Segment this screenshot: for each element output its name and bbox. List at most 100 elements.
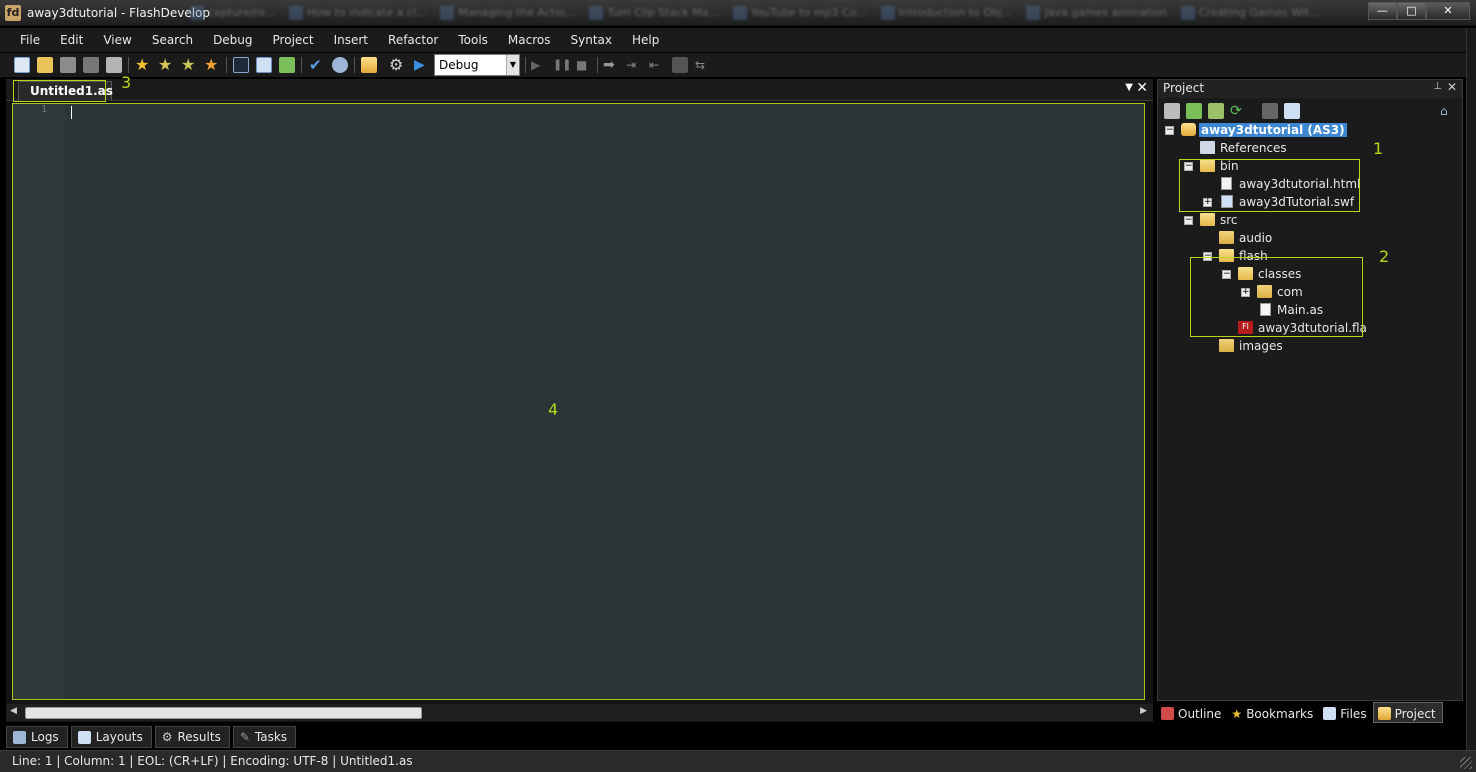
line-number: 1 (41, 104, 48, 115)
tab-bookmarks[interactable]: ★ Bookmarks (1227, 702, 1319, 723)
chevron-down-icon[interactable]: ▼ (506, 55, 519, 75)
menu-refactor[interactable]: Refactor (378, 28, 448, 52)
menu-debug[interactable]: Debug (203, 28, 262, 52)
tab-tasks[interactable]: ✎ Tasks (232, 726, 297, 748)
step-out-icon[interactable]: ⇤ (649, 57, 665, 73)
properties-icon[interactable] (1284, 103, 1300, 119)
code-editor[interactable]: 1 (12, 103, 1145, 700)
tab-outline[interactable]: Outline (1157, 702, 1227, 723)
project-icon[interactable] (361, 57, 377, 73)
settings-debug-icon[interactable] (332, 57, 348, 73)
scrollbar-thumb[interactable] (25, 707, 422, 719)
toolbar-separator (301, 57, 302, 73)
layouts-icon (77, 730, 91, 744)
tab-files[interactable]: Files (1319, 702, 1372, 723)
tab-project[interactable]: Project (1372, 702, 1443, 723)
continue-icon[interactable] (672, 57, 688, 73)
scroll-right-icon[interactable]: ▶ (1140, 706, 1147, 716)
pause-icon[interactable]: ❚❚ (553, 57, 571, 73)
open-file-icon[interactable] (37, 57, 53, 73)
tree-root[interactable]: − away3dtutorial (AS3) (1165, 122, 1347, 140)
stop-icon[interactable]: ■ (576, 57, 592, 73)
finish-icon[interactable]: ⇆ (695, 57, 711, 73)
horizontal-scrollbar[interactable]: ◀ ▶ (6, 704, 1153, 721)
star-icon: ★ (1231, 706, 1243, 721)
tree-src[interactable]: − src (1184, 212, 1304, 230)
refresh-icon[interactable]: ⟳ (1230, 103, 1246, 119)
as3-project-icon (1181, 123, 1196, 136)
tab-results[interactable]: ⚙ Results (154, 726, 230, 748)
menu-search[interactable]: Search (142, 28, 203, 52)
scroll-left-icon[interactable]: ◀ (10, 706, 17, 716)
bookmark-next-icon[interactable]: ★ (158, 57, 174, 73)
run-icon[interactable]: ▶ (414, 57, 430, 73)
new-file-icon[interactable] (14, 57, 30, 73)
folder-open-icon (1200, 213, 1215, 226)
annotation-2: 2 (1379, 247, 1390, 266)
taskbar-background-tabs: capture/ro... How to indicate a cl... Ma… (190, 3, 1320, 23)
tab-icon (880, 6, 895, 20)
bookmark-star-icon[interactable]: ★ (135, 57, 151, 73)
editor-pane: Untitled1.as ▼ ✕ 1 ◀ ▶ (6, 79, 1153, 722)
menu-edit[interactable]: Edit (50, 28, 93, 52)
menu-project[interactable]: Project (263, 28, 324, 52)
tab-layouts[interactable]: Layouts (70, 726, 152, 748)
project-settings-icon[interactable]: ⌂ (1440, 103, 1456, 119)
menu-syntax[interactable]: Syntax (561, 28, 622, 52)
collapse-toggle[interactable]: − (1165, 126, 1174, 135)
panel-title: Project ⊥ ✕ (1158, 80, 1462, 98)
output-tabs: Logs Layouts ⚙ Results ✎ Tasks (6, 726, 297, 748)
print-icon[interactable] (106, 57, 122, 73)
plugin-icon[interactable] (279, 57, 295, 73)
build-config-select[interactable]: Debug ▼ (434, 54, 520, 76)
tab-list-dropdown-icon[interactable]: ▼ (1125, 82, 1133, 93)
logs-icon (13, 730, 26, 744)
minimize-button[interactable]: — (1368, 2, 1397, 20)
bookmark-clear-icon[interactable]: ★ (204, 57, 220, 73)
tab-logs[interactable]: Logs (6, 726, 68, 748)
gear-icon[interactable]: ⚙ (389, 57, 405, 73)
annotation-box-flash (1190, 257, 1363, 337)
resize-grip-icon[interactable] (1460, 757, 1472, 769)
add-file-icon[interactable] (1186, 103, 1202, 119)
tab-icon (1180, 6, 1195, 20)
folder-icon (1219, 231, 1234, 244)
files-icon (1323, 707, 1337, 720)
tab-icon (589, 6, 604, 20)
tree-images[interactable]: images (1203, 338, 1323, 356)
play-icon[interactable]: ▶ (531, 57, 547, 73)
bookmark-prev-icon[interactable]: ★ (181, 57, 197, 73)
menu-file[interactable]: File (10, 28, 50, 52)
add-library-icon[interactable] (1208, 103, 1224, 119)
layout-icon[interactable] (256, 57, 272, 73)
command-prompt-icon[interactable] (233, 57, 249, 73)
tab-icon (289, 6, 304, 20)
close-window-button[interactable]: ✕ (1426, 2, 1470, 20)
save-all-icon[interactable] (83, 57, 99, 73)
references-icon (1200, 141, 1215, 154)
step-over-icon[interactable]: ➡ (603, 57, 619, 73)
close-panel-icon[interactable]: ✕ (1447, 80, 1457, 94)
step-into-icon[interactable]: ⇥ (626, 57, 642, 73)
toolbar-separator (525, 57, 526, 73)
tab-icon (1026, 6, 1041, 20)
collapse-icon[interactable] (1262, 103, 1278, 119)
tree-references[interactable]: References (1182, 140, 1332, 158)
pin-icon[interactable]: ⊥ (1433, 81, 1442, 92)
check-syntax-icon[interactable]: ✔ (309, 57, 325, 73)
window-controls: — □ ✕ (1368, 2, 1470, 20)
copy-icon[interactable] (1164, 103, 1180, 119)
build-config-value: Debug (439, 58, 479, 72)
flashdevelop-app-icon: fd (5, 5, 21, 21)
close-document-icon[interactable]: ✕ (1136, 80, 1148, 96)
tree-audio[interactable]: audio (1203, 230, 1323, 248)
menu-view[interactable]: View (93, 28, 141, 52)
menu-macros[interactable]: Macros (498, 28, 561, 52)
menu-help[interactable]: Help (622, 28, 669, 52)
menu-insert[interactable]: Insert (324, 28, 378, 52)
menu-tools[interactable]: Tools (448, 28, 498, 52)
toolbar-separator (226, 57, 227, 73)
collapse-toggle[interactable]: − (1184, 216, 1193, 225)
maximize-button[interactable]: □ (1397, 2, 1426, 20)
save-icon[interactable] (60, 57, 76, 73)
